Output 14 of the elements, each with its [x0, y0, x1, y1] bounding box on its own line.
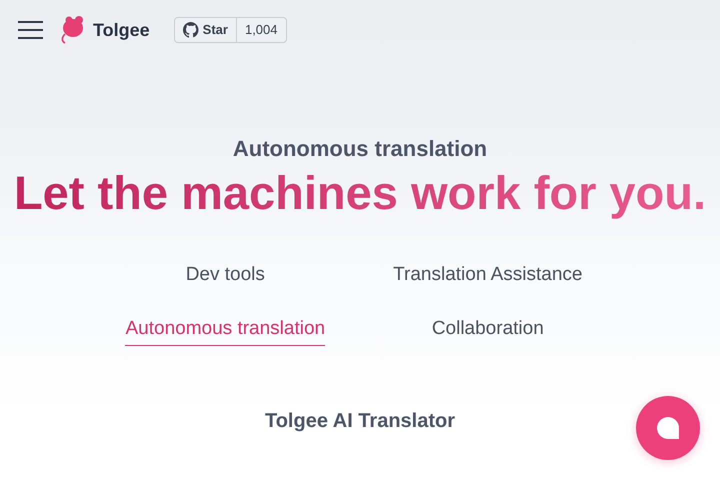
feature-tab[interactable]: Translation Assistance	[393, 261, 582, 293]
github-star-button[interactable]: Star	[174, 18, 237, 42]
section-title: Tolgee AI Translator	[264, 409, 456, 434]
feature-tab[interactable]: Collaboration	[432, 314, 544, 346]
github-icon	[182, 22, 199, 38]
feature-tab[interactable]: Dev tools	[186, 261, 265, 293]
menu-button[interactable]	[18, 21, 43, 39]
star-count[interactable]: 1,004	[236, 18, 286, 42]
mouse-logo-icon	[59, 15, 85, 45]
logo-text[interactable]: Tolgee	[93, 16, 150, 44]
chat-button[interactable]	[636, 396, 700, 460]
feature-tab[interactable]: Autonomous translation	[125, 314, 326, 346]
chat-bubble-icon	[656, 416, 680, 440]
section-eyebrow: Autonomous translation	[232, 135, 488, 163]
